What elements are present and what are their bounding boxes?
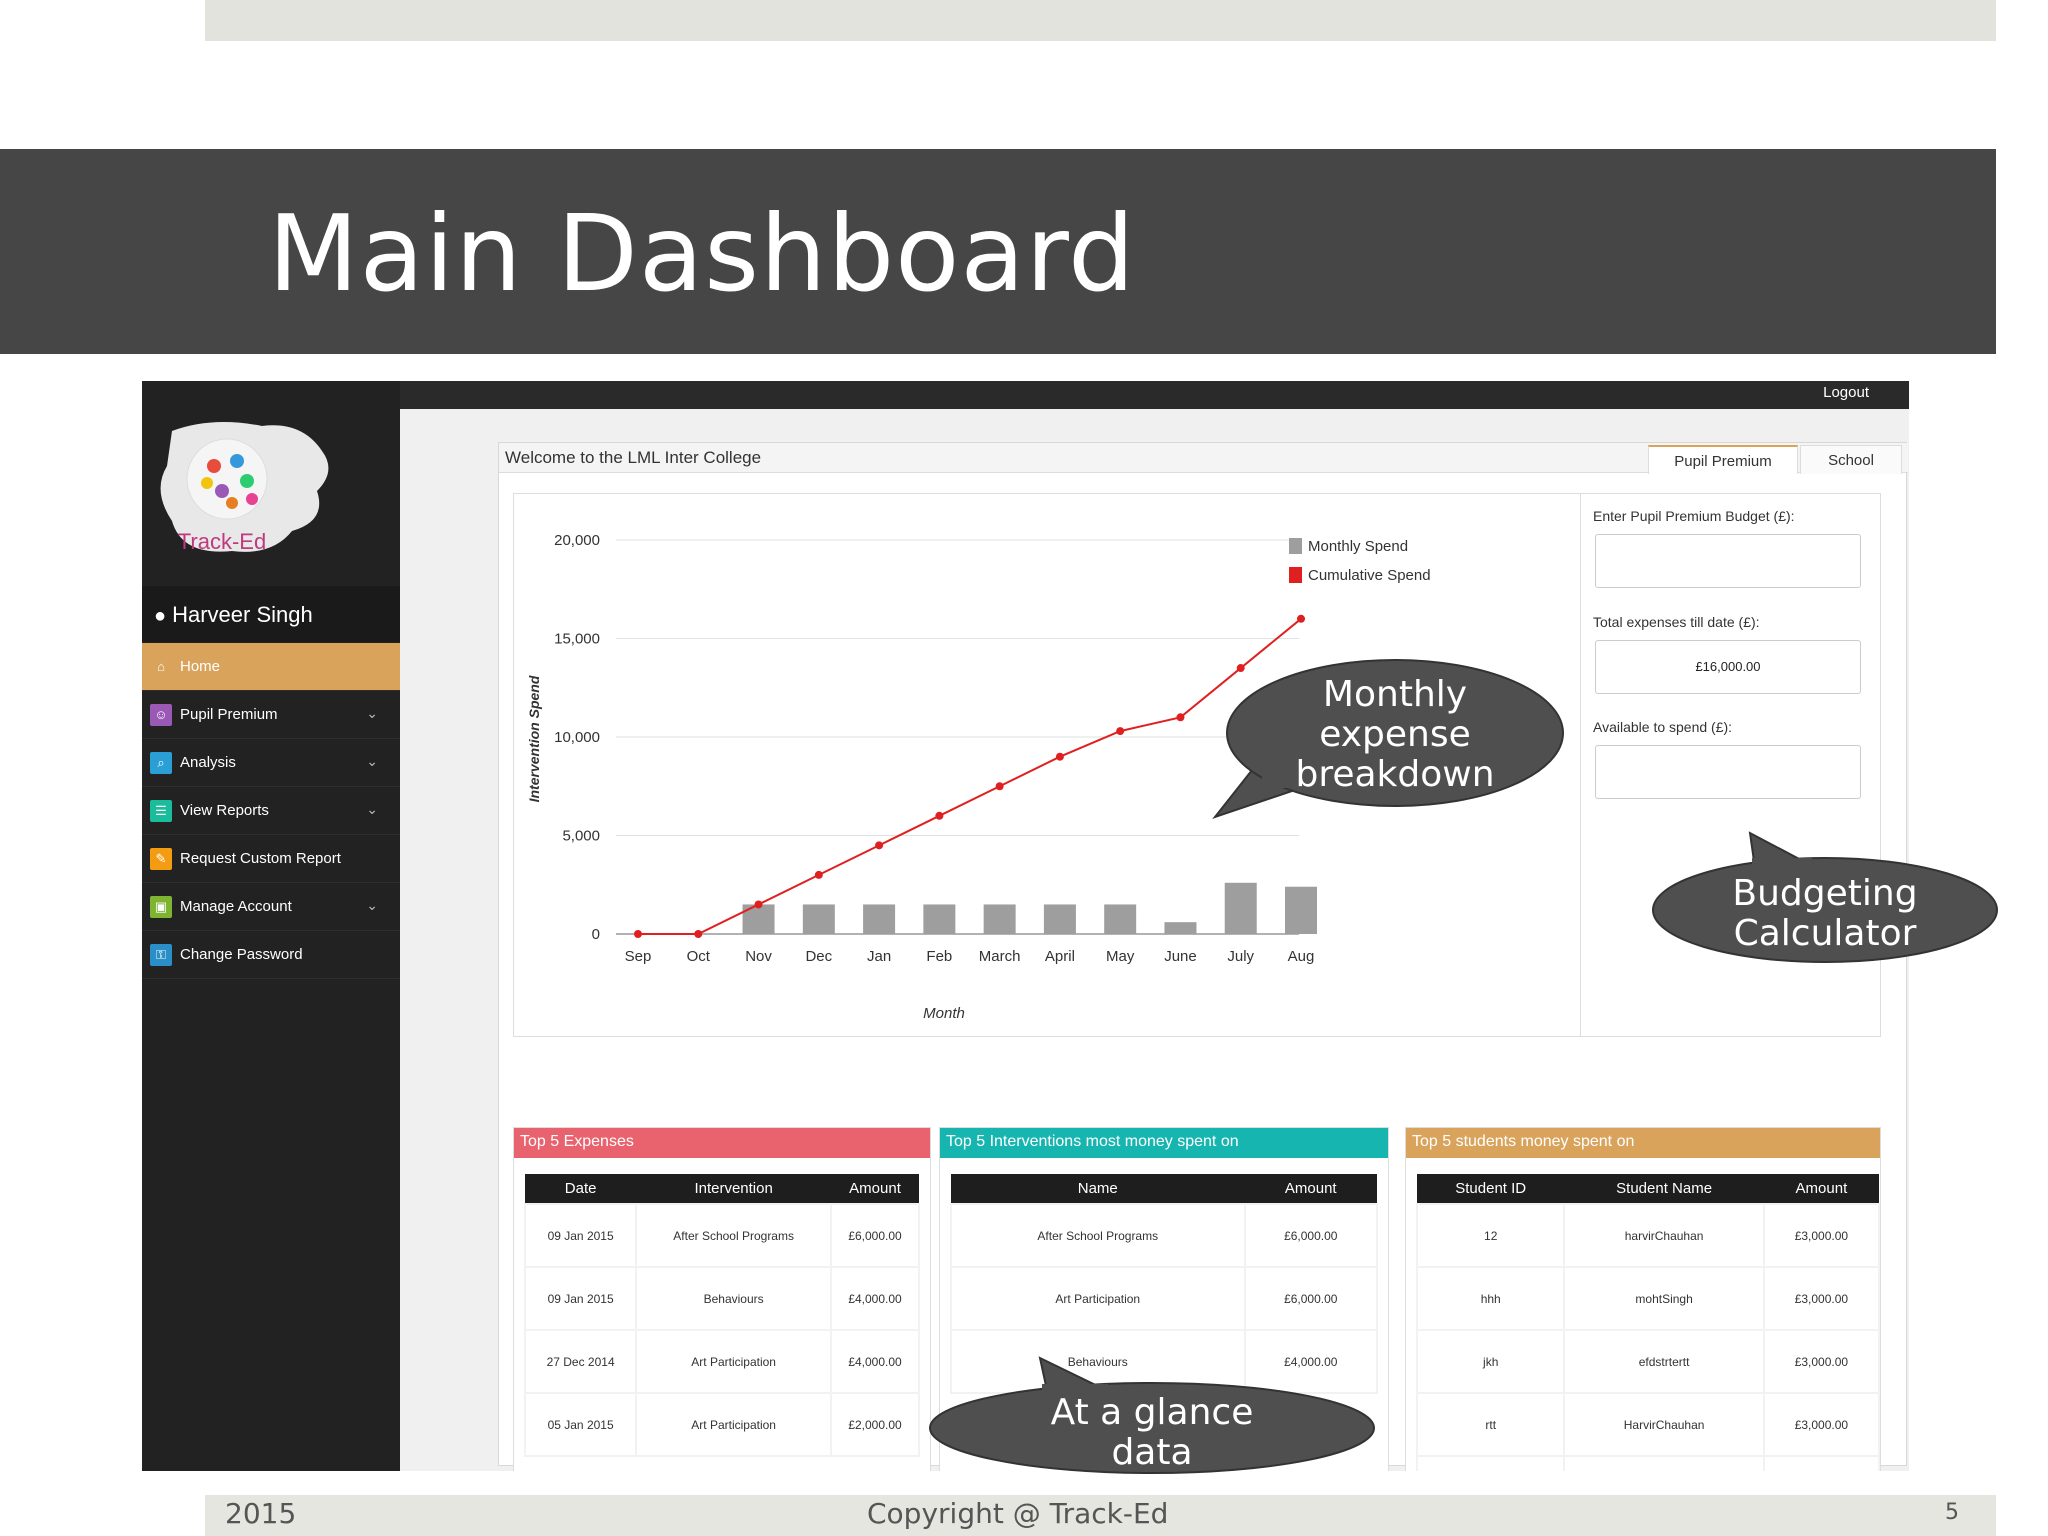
slide: Main Dashboard Logout Track-Ed ● Harveer… — [0, 0, 2048, 1536]
callout-chart: Monthly expense breakdown — [1212, 659, 1564, 820]
callout-tables: At a glance data — [929, 1356, 1375, 1474]
page-number: 5 — [1945, 1500, 1959, 1525]
callout-tables-line-2: data — [1111, 1432, 1192, 1473]
callouts-layer: Monthly expense breakdown Budgeting Calc… — [929, 659, 1998, 1474]
footer-copyright: Copyright @ Track-Ed — [867, 1497, 1169, 1530]
callout-chart-line-1: Monthly — [1323, 674, 1467, 715]
callout-calculator-line-1: Budgeting — [1732, 873, 1917, 914]
callout-chart-line-2: expense — [1319, 714, 1471, 755]
callout-tables-line-1: At a glance — [1051, 1392, 1254, 1433]
callout-calculator: Budgeting Calculator — [1652, 831, 1998, 963]
footer-year: 2015 — [225, 1497, 297, 1530]
callout-calculator-line-2: Calculator — [1734, 913, 1917, 954]
callout-chart-line-3: breakdown — [1295, 754, 1494, 795]
